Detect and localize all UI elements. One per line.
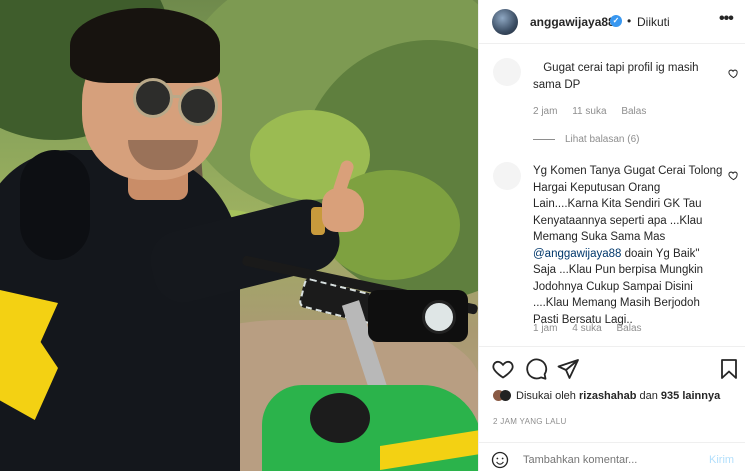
header-separator: • xyxy=(627,14,632,28)
post-comment-button[interactable]: Kirim xyxy=(709,454,734,466)
likes-summary: Disukai oleh rizashahab dan 935 lainnya xyxy=(493,390,720,402)
like-heart-icon[interactable] xyxy=(491,357,515,381)
comment-likes-count[interactable]: 11 suka xyxy=(572,106,606,117)
comment-meta: 1 jam 4 suka Balas xyxy=(533,323,654,334)
comment-body-part: Yg Komen Tanya Gugat Cerai Tolong Hargai… xyxy=(533,165,723,243)
photo-bike-gauge xyxy=(422,300,456,334)
liker-username[interactable]: rizashahab xyxy=(579,390,636,402)
share-paper-plane-icon[interactable] xyxy=(556,357,580,381)
post-side-panel: anggawijaya88 ✓ • Diikuti ••• n Gugat ce… xyxy=(478,0,745,471)
photo-sunglasses-lens xyxy=(178,86,218,126)
photo-sunglasses-bridge xyxy=(170,95,180,98)
replies-divider xyxy=(533,138,555,140)
comment-bubble-icon[interactable] xyxy=(524,357,548,381)
photo-hand xyxy=(322,188,364,232)
photo-bike-fuel-cap xyxy=(310,393,370,443)
view-replies-label: Lihat balasan (6) xyxy=(565,134,640,145)
comment-body: Gugat cerai tapi profil ig masih sama DP xyxy=(533,62,699,91)
post-header: anggawijaya88 ✓ • Diikuti ••• xyxy=(479,0,745,44)
follow-status-button[interactable]: Diikuti xyxy=(637,15,670,29)
comment-like-heart-icon[interactable] xyxy=(728,68,739,79)
comment-input[interactable] xyxy=(523,454,693,466)
save-bookmark-icon[interactable] xyxy=(717,357,741,381)
more-options-icon[interactable]: ••• xyxy=(719,10,734,28)
commenter-username[interactable]: n xyxy=(533,62,540,74)
comment-time[interactable]: 1 jam xyxy=(533,323,557,334)
commenter-avatar[interactable] xyxy=(493,58,521,86)
view-replies-button[interactable]: Lihat balasan (6) xyxy=(533,134,640,145)
photo-hood xyxy=(20,150,90,260)
author-username[interactable]: anggawijaya88 xyxy=(530,15,615,29)
author-avatar[interactable] xyxy=(492,9,518,35)
likes-count-link[interactable]: 935 lainnya xyxy=(661,390,720,402)
photo-sunglasses-lens xyxy=(133,78,173,118)
add-comment-bar: Kirim xyxy=(479,442,745,471)
post-timestamp[interactable]: 2 JAM YANG LALU xyxy=(493,417,567,426)
comment-time[interactable]: 2 jam xyxy=(533,106,557,117)
photo-person-hair xyxy=(70,8,220,83)
post-actions-bar xyxy=(479,346,745,391)
comment-likes-count[interactable]: 4 suka xyxy=(572,323,601,334)
emoji-smiley-icon[interactable] xyxy=(491,451,509,469)
likes-prefix: Disukai oleh xyxy=(516,390,579,402)
comment-text: Yg Komen Tanya Gugat Cerai Tolong Hargai… xyxy=(533,163,723,328)
commenter-avatar[interactable] xyxy=(493,162,521,190)
likes-middle: dan xyxy=(636,390,661,402)
verified-badge-icon: ✓ xyxy=(610,15,622,27)
post-photo[interactable] xyxy=(0,0,478,471)
liker-avatar xyxy=(500,390,511,401)
comment-meta: 2 jam 11 suka Balas xyxy=(533,106,658,117)
comment-reply-button[interactable]: Balas xyxy=(616,323,641,334)
comment-reply-button[interactable]: Balas xyxy=(621,106,646,117)
comment-like-heart-icon[interactable] xyxy=(728,170,739,181)
mention-link[interactable]: @anggawijaya88 xyxy=(533,248,621,260)
comment-text: n Gugat cerai tapi profil ig masih sama … xyxy=(533,60,723,93)
